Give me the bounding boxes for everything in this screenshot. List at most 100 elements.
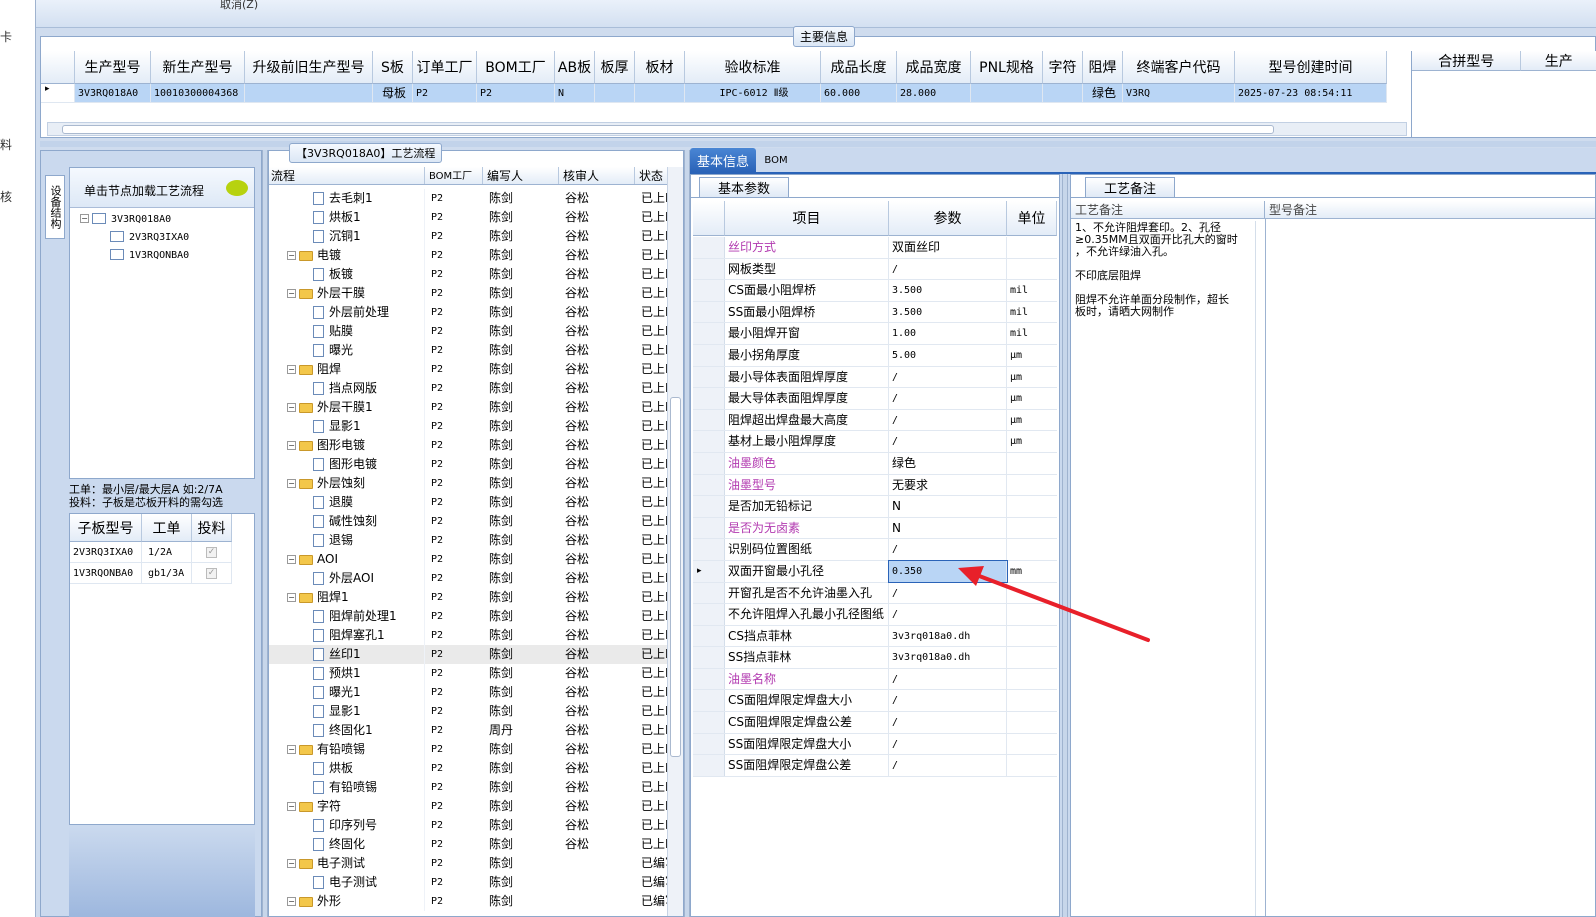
collapse-icon[interactable]: − bbox=[287, 365, 296, 374]
param-value-cell[interactable]: / bbox=[889, 712, 1007, 733]
remarks-vscroll[interactable] bbox=[1255, 221, 1265, 916]
process-flow-row[interactable]: 电子测试P2陈剑已编写 bbox=[269, 873, 667, 892]
process-flow-row[interactable]: 去毛刺1P2陈剑谷松已上R bbox=[269, 189, 667, 208]
param-row[interactable]: SS面阻焊限定焊盘大小 / bbox=[693, 733, 1057, 756]
main-info-column-header[interactable]: PNL规格 bbox=[971, 51, 1043, 84]
main-info-column-header[interactable]: 新生产型号 bbox=[151, 51, 245, 84]
param-value-cell[interactable]: / bbox=[889, 755, 1007, 776]
process-flow-row[interactable]: 显影1P2陈剑谷松已上R bbox=[269, 417, 667, 436]
param-value-cell[interactable]: 5.00 bbox=[889, 344, 1007, 366]
process-flow-row[interactable]: 退膜P2陈剑谷松已上R bbox=[269, 493, 667, 512]
collapse-icon[interactable]: − bbox=[287, 441, 296, 450]
param-row[interactable]: 网板类型 / bbox=[693, 258, 1057, 281]
process-flow-row[interactable]: 烘板1P2陈剑谷松已上R bbox=[269, 208, 667, 227]
left-nav-item[interactable]: 核 bbox=[0, 188, 12, 205]
main-info-hscroll[interactable] bbox=[47, 122, 1407, 136]
process-flow-row[interactable]: −外层蚀刻P2陈剑谷松已上R bbox=[269, 474, 667, 493]
param-row[interactable]: 油墨名称 / bbox=[693, 668, 1057, 691]
process-flow-row[interactable]: 曝光1P2陈剑谷松已上R bbox=[269, 683, 667, 702]
process-flow-row[interactable]: −外层干膜P2陈剑谷松已上R bbox=[269, 284, 667, 303]
param-row[interactable]: CS面阻焊限定焊盘公差 / bbox=[693, 712, 1057, 734]
param-row[interactable]: SS面阻焊限定焊盘公差 / bbox=[693, 755, 1057, 777]
param-row[interactable]: 是否为无卤素 N bbox=[693, 517, 1057, 540]
param-value-cell[interactable]: / bbox=[889, 690, 1007, 712]
process-flow-row[interactable]: 烘板P2陈剑谷松已上R bbox=[269, 759, 667, 778]
collapse-icon[interactable]: − bbox=[287, 593, 296, 602]
load-hint-bar[interactable]: 单击节点加载工艺流程 bbox=[70, 168, 254, 208]
param-value-cell[interactable]: / bbox=[889, 409, 1007, 431]
process-flow-row[interactable]: −阻焊P2陈剑谷松已上R bbox=[269, 360, 667, 379]
process-flow-row[interactable]: 退锡P2陈剑谷松已上R bbox=[269, 531, 667, 550]
param-value-cell[interactable]: N bbox=[889, 496, 1007, 517]
process-flow-row[interactable]: −阻焊1P2陈剑谷松已上R bbox=[269, 588, 667, 607]
left-nav-item[interactable]: 料 bbox=[0, 136, 12, 153]
param-value-cell[interactable]: / bbox=[889, 258, 1007, 280]
process-flow-row[interactable]: 曝光P2陈剑谷松已上R bbox=[269, 341, 667, 360]
param-row[interactable]: 油墨型号 无要求 bbox=[693, 474, 1057, 497]
param-row[interactable]: 是否加无铅标记 N bbox=[693, 496, 1057, 518]
process-flow-row[interactable]: 终固化1P2周丹谷松已上R bbox=[269, 721, 667, 740]
param-value-cell[interactable]: 无要求 bbox=[889, 474, 1007, 496]
process-flow-row[interactable]: −外层干膜1P2陈剑谷松已上R bbox=[269, 398, 667, 417]
process-flow-row[interactable]: −字符P2陈剑谷松已上R bbox=[269, 797, 667, 816]
main-info-column-header[interactable]: AB板 bbox=[555, 51, 595, 84]
param-row[interactable]: 最小阻焊开窗 1.00 mil bbox=[693, 323, 1057, 345]
hscroll-thumb[interactable] bbox=[62, 125, 1274, 134]
main-info-column-header[interactable]: 字符 bbox=[1043, 51, 1083, 84]
sub-board-row[interactable]: 2V3RQ3IXA0 1/2A ✓ bbox=[70, 542, 254, 563]
collapse-icon[interactable]: − bbox=[287, 403, 296, 412]
collapse-icon[interactable]: − bbox=[80, 214, 89, 223]
param-row[interactable]: 识别码位置图纸 / bbox=[693, 539, 1057, 561]
main-info-column-header[interactable]: 成品长度 bbox=[821, 51, 897, 84]
main-info-column-header[interactable]: S板 bbox=[373, 51, 413, 84]
collapse-icon[interactable]: − bbox=[287, 289, 296, 298]
process-flow-row[interactable]: 显影1P2陈剑谷松已上R bbox=[269, 702, 667, 721]
param-row[interactable]: CS面最小阻焊桥 3.500 mil bbox=[693, 280, 1057, 302]
process-flow-row[interactable]: 沉铜1P2陈剑谷松已上R bbox=[269, 227, 667, 246]
horizontal-splitter[interactable] bbox=[40, 141, 1596, 147]
param-row[interactable]: 阻焊超出焊盘最大高度 / μm bbox=[693, 409, 1057, 432]
param-row[interactable]: 油墨颜色 绿色 bbox=[693, 452, 1057, 475]
param-value-cell[interactable]: 3.500 bbox=[889, 301, 1007, 323]
collapse-icon[interactable]: − bbox=[287, 745, 296, 754]
process-flow-row[interactable]: 碱性蚀刻P2陈剑谷松已上R bbox=[269, 512, 667, 531]
collapse-icon[interactable]: − bbox=[287, 555, 296, 564]
param-value-cell[interactable]: N bbox=[889, 517, 1007, 539]
param-row[interactable]: 最大导体表面阻焊厚度 / μm bbox=[693, 388, 1057, 410]
process-flow-row[interactable]: 板镀P2陈剑谷松已上R bbox=[269, 265, 667, 284]
param-row[interactable]: 最小拐角厚度 5.00 μm bbox=[693, 344, 1057, 367]
main-info-column-header[interactable]: 验收标准 bbox=[685, 51, 821, 84]
process-flow-row[interactable]: −有铅喷锡P2陈剑谷松已上R bbox=[269, 740, 667, 759]
param-value-cell[interactable]: 3.500 bbox=[889, 280, 1007, 301]
sub-board-row[interactable]: 1V3RQONBA0 gb1/3A ✓ bbox=[70, 563, 254, 584]
main-info-column-header[interactable]: 生产型号 bbox=[75, 51, 151, 84]
param-value-cell[interactable]: 1.00 bbox=[889, 323, 1007, 344]
collapse-icon[interactable]: − bbox=[287, 802, 296, 811]
process-flow-row[interactable]: 预烘1P2陈剑谷松已上R bbox=[269, 664, 667, 683]
tab-process-remarks[interactable]: 工艺备注 bbox=[1085, 177, 1175, 197]
main-info-column-header[interactable]: 订单工厂 bbox=[413, 51, 477, 84]
flow-vscroll[interactable] bbox=[667, 167, 683, 916]
main-info-column-header[interactable]: 板材 bbox=[635, 51, 685, 84]
tab-basic-info[interactable]: 基本信息 bbox=[690, 148, 756, 172]
main-info-column-header[interactable]: 终端客户代码 bbox=[1123, 51, 1235, 84]
main-info-column-header[interactable]: BOM工厂 bbox=[477, 51, 555, 84]
process-flow-row[interactable]: 外层AOIP2陈剑谷松已上R bbox=[269, 569, 667, 588]
param-value-cell[interactable]: / bbox=[889, 668, 1007, 690]
left-nav-item[interactable]: 卡 bbox=[0, 28, 12, 45]
tree-root[interactable]: −3V3RQ018A0 bbox=[80, 211, 171, 225]
process-flow-row[interactable]: −电子测试P2陈剑已编写 bbox=[269, 854, 667, 873]
process-flow-row[interactable]: 挡点网版P2陈剑谷松已上R bbox=[269, 379, 667, 398]
process-flow-row[interactable]: 图形电镀P2陈剑谷松已上R bbox=[269, 455, 667, 474]
main-info-column-header[interactable]: 成品宽度 bbox=[897, 51, 971, 84]
process-flow-row[interactable]: 有铅喷锡P2陈剑谷松已上R bbox=[269, 778, 667, 797]
process-flow-row[interactable]: 阻焊塞孔1P2陈剑谷松已上R bbox=[269, 626, 667, 645]
param-value-cell[interactable]: 双面丝印 bbox=[889, 237, 1007, 258]
collapse-icon[interactable]: − bbox=[287, 479, 296, 488]
param-value-cell[interactable]: 绿色 bbox=[889, 452, 1007, 474]
process-flow-row[interactable]: 终固化P2陈剑谷松已上R bbox=[269, 835, 667, 854]
params-remarks-splitter[interactable] bbox=[1062, 174, 1068, 917]
tab-bom[interactable]: BOM bbox=[756, 148, 796, 172]
process-flow-row[interactable]: 丝印1P2陈剑谷松已上R bbox=[269, 645, 667, 664]
main-info-column-header[interactable]: 升级前旧生产型号 bbox=[245, 51, 373, 84]
